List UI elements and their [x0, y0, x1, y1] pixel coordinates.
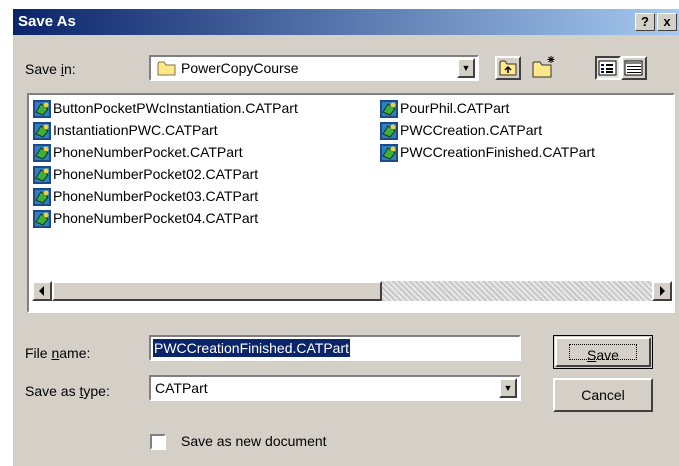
file-name-text: PWCCreation.CATPart: [400, 122, 543, 138]
create-new-folder-button[interactable]: [531, 54, 557, 78]
file-name-text: PWCCreationFinished.CATPart: [400, 144, 596, 160]
chevron-down-icon: ▼: [461, 63, 471, 73]
catpart-file-icon: [33, 210, 51, 228]
dialog-title: Save As: [18, 13, 76, 30]
save-button-label: Save: [569, 344, 637, 363]
chevron-right-icon: [660, 286, 665, 296]
cancel-button-label: Cancel: [581, 387, 625, 403]
up-one-level-icon: [499, 60, 517, 76]
catpart-file-icon: [380, 122, 398, 140]
help-icon: ?: [641, 14, 649, 29]
chevron-left-icon: [39, 286, 44, 296]
scroll-right-button[interactable]: [652, 281, 672, 301]
file-name-text: PourPhil.CATPart: [400, 100, 510, 116]
chevron-down-icon: ▼: [503, 383, 513, 393]
save-as-new-document-label[interactable]: Save as new document: [181, 433, 327, 449]
save-as-new-document-checkbox[interactable]: [150, 434, 166, 450]
cancel-button[interactable]: Cancel: [553, 378, 653, 412]
list-view-button[interactable]: [595, 56, 621, 80]
details-view-icon: [624, 60, 643, 76]
file-list[interactable]: ButtonPocketPWcInstantiation.CATPart Inst…: [27, 93, 675, 313]
scroll-thumb[interactable]: [52, 281, 382, 301]
close-button[interactable]: x: [657, 13, 677, 31]
save-as-type-label: Save as type:: [25, 383, 110, 399]
save-as-dialog: Save As ? x Save in: PowerCopyCourse ▼ B…: [13, 9, 679, 466]
save-button[interactable]: Save: [553, 335, 653, 369]
file-name-text: PhoneNumberPocket04.CATPart: [53, 210, 259, 226]
file-name-text: ButtonPocketPWcInstantiation.CATPart: [53, 100, 298, 116]
save-in-combo[interactable]: PowerCopyCourse: [149, 55, 479, 81]
catpart-file-icon: [33, 144, 51, 162]
file-name-value: PWCCreationFinished.CATPart: [153, 339, 351, 357]
catpart-file-icon: [33, 122, 51, 140]
list-view-icon: [598, 60, 617, 76]
catpart-file-icon: [380, 144, 398, 162]
save-as-type-value: CATPart: [155, 380, 208, 396]
save-in-folder: PowerCopyCourse: [181, 60, 299, 76]
title-bar[interactable]: Save As ? x: [13, 9, 679, 35]
file-name-text: PhoneNumberPocket03.CATPart: [53, 188, 259, 204]
file-name-text: PhoneNumberPocket02.CATPart: [53, 166, 259, 182]
save-as-type-combo[interactable]: CATPart: [149, 375, 521, 401]
scroll-left-button[interactable]: [32, 281, 52, 301]
save-in-label: Save in:: [25, 61, 76, 77]
help-button[interactable]: ?: [635, 13, 655, 31]
file-name-text: InstantiationPWC.CATPart: [53, 122, 218, 138]
create-new-folder-icon: [532, 56, 555, 78]
file-name-label: File name:: [25, 345, 91, 361]
catpart-file-icon: [33, 166, 51, 184]
catpart-file-icon: [380, 100, 398, 118]
save-as-type-dropdown-button[interactable]: ▼: [499, 378, 517, 398]
up-one-level-button[interactable]: [495, 56, 521, 80]
catpart-file-icon: [33, 188, 51, 206]
details-view-button[interactable]: [621, 56, 647, 80]
file-name-input[interactable]: PWCCreationFinished.CATPart: [149, 335, 521, 361]
close-icon: x: [663, 14, 671, 29]
folder-icon: [157, 61, 176, 76]
horizontal-scrollbar[interactable]: [32, 281, 672, 301]
file-name-text: PhoneNumberPocket.CATPart: [53, 144, 243, 160]
catpart-file-icon: [33, 100, 51, 118]
save-in-dropdown-button[interactable]: ▼: [457, 58, 475, 78]
